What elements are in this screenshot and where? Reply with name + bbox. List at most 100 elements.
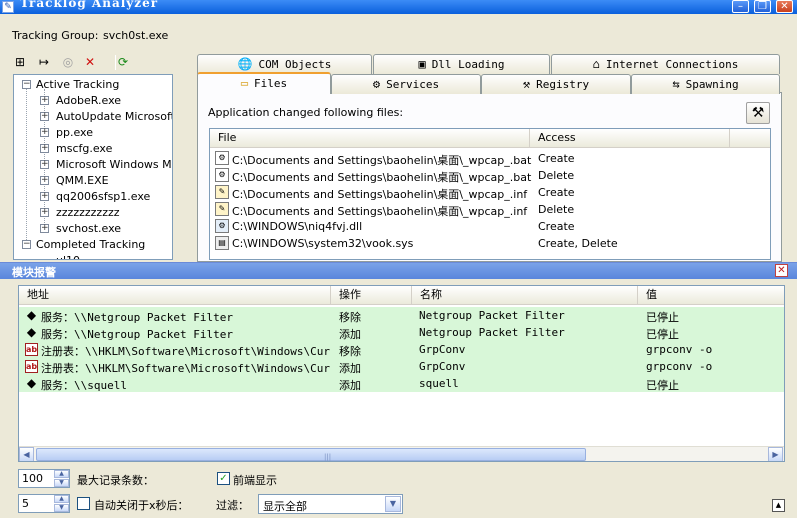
tab-registry[interactable]: ⚒ Registry — [481, 74, 631, 94]
spin-up-icon[interactable]: ▲ — [54, 495, 69, 503]
title-bar: ✎ Tracklog Analyzer – ❐ ✕ — [0, 0, 797, 14]
files-table[interactable]: File Access ⚙ C:\Documents and Settings\… — [209, 128, 771, 260]
spin-down-icon[interactable]: ▼ — [54, 479, 69, 487]
file-path: C:\Documents and Settings\baohelin\桌面\_w… — [232, 205, 528, 218]
expand-icon[interactable]: + — [40, 208, 49, 217]
tree-item-mscfg[interactable]: + mscfg.exe — [14, 141, 172, 157]
scrollbar-thumb[interactable]: ||| — [36, 448, 586, 461]
table-row[interactable]: ab 注册表：\\HKLM\Software\Microsoft\Windows… — [19, 341, 784, 358]
tree-item-label: mscfg.exe — [56, 142, 113, 155]
table-row[interactable]: ◆ 服务：\\squell 添加 squell 已停止 — [19, 375, 784, 392]
tree-item-autoupdate[interactable]: + AutoUpdate Microsoft — [14, 109, 172, 125]
alert-value: 已停止 — [646, 328, 679, 341]
collapse-icon[interactable]: − — [22, 80, 31, 89]
column-name[interactable]: 名称 — [412, 286, 638, 304]
tab-label: Registry — [536, 78, 590, 91]
refresh-icon[interactable]: ⟳ — [115, 54, 131, 70]
table-row[interactable]: ⚙ C:\WINDOWS\niq4fvj.dll Create — [210, 218, 770, 235]
tab-label: COM Objects — [258, 58, 332, 71]
close-button[interactable]: ✕ — [776, 0, 793, 13]
max-records-stepper[interactable]: 100 ▲ ▼ — [18, 469, 70, 488]
service-icon: ◆ — [26, 325, 37, 339]
tree-item-qmm[interactable]: + QMM.EXE — [14, 173, 172, 189]
file-path: C:\WINDOWS\niq4fvj.dll — [232, 220, 363, 233]
table-row[interactable]: ⚙ C:\Documents and Settings\baohelin\桌面\… — [210, 167, 770, 184]
table-row[interactable]: ✎ C:\Documents and Settings\baohelin\桌面\… — [210, 201, 770, 218]
tracking-tree[interactable]: − Active Tracking + AdobeR.exe + AutoUpd… — [13, 74, 173, 260]
table-row[interactable]: ✎ C:\Documents and Settings\baohelin\桌面\… — [210, 184, 770, 201]
scroll-right-icon[interactable]: ▶ — [768, 447, 783, 461]
expand-icon[interactable]: + — [40, 96, 49, 105]
alert-table[interactable]: 地址 操作 名称 值 ◆ 服务：\\Netgroup Packet Filter… — [18, 285, 785, 462]
alert-address: 服务：\\squell — [41, 379, 127, 392]
auto-close-stepper[interactable]: 5 ▲ ▼ — [18, 494, 70, 513]
tools-button[interactable]: ⚒ — [746, 102, 770, 124]
tree-item-zzz[interactable]: + zzzzzzzzzzz — [14, 205, 172, 221]
column-file[interactable]: File — [210, 129, 530, 147]
tree-node-completed[interactable]: − Completed Tracking — [14, 237, 172, 253]
collapse-icon[interactable]: − — [22, 240, 31, 249]
tree-item-adobe[interactable]: + AdobeR.exe — [14, 93, 172, 109]
tab-dll-loading[interactable]: ▣ Dll Loading — [373, 54, 550, 74]
column-address[interactable]: 地址 — [19, 286, 331, 304]
filter-select[interactable]: 显示全部 ▼ — [258, 494, 403, 514]
delete-icon[interactable]: ✕ — [82, 54, 98, 70]
expand-icon[interactable]: + — [40, 192, 49, 201]
file-path: C:\WINDOWS\system32\vook.sys — [232, 237, 414, 250]
service-icon: ◆ — [26, 308, 37, 322]
auto-close-value[interactable]: 5 — [22, 497, 29, 510]
expand-icon[interactable]: + — [40, 128, 49, 137]
table-row[interactable]: ab 注册表：\\HKLM\Software\Microsoft\Windows… — [19, 358, 784, 375]
max-records-value[interactable]: 100 — [22, 472, 43, 485]
table-row[interactable]: ▤ C:\WINDOWS\system32\vook.sys Create, D… — [210, 235, 770, 252]
alert-name: Netgroup Packet Filter — [419, 309, 565, 322]
table-row[interactable]: ◆ 服务：\\Netgroup Packet Filter 添加 Netgrou… — [19, 324, 784, 341]
tab-label: Files — [254, 77, 288, 90]
filter-value: 显示全部 — [263, 500, 307, 513]
tree-item-label: qq2006sfsp1.exe — [56, 190, 151, 203]
tab-internet-connections[interactable]: ⌂ Internet Connections — [551, 54, 780, 74]
tab-files[interactable]: ▭ Files — [197, 72, 331, 94]
spin-down-icon[interactable]: ▼ — [54, 504, 69, 512]
tree-view-icon[interactable]: ⊞ — [12, 54, 28, 70]
table-row[interactable]: ⚙ C:\Documents and Settings\baohelin\桌面\… — [210, 150, 770, 167]
registry-icon: ⚒ — [522, 77, 531, 91]
tree-item-pp[interactable]: + pp.exe — [14, 125, 172, 141]
tree-item-partial[interactable]: ul10 — [14, 253, 172, 259]
expand-icon[interactable]: + — [40, 160, 49, 169]
file-access: Create, Delete — [538, 237, 618, 250]
close-icon[interactable]: ✕ — [775, 264, 788, 277]
column-access[interactable]: Access — [530, 129, 730, 147]
files-description: Application changed following files: — [208, 106, 404, 119]
column-operation[interactable]: 操作 — [331, 286, 412, 304]
files-table-header: File Access — [210, 129, 770, 148]
maximize-button[interactable]: ❐ — [754, 0, 771, 13]
horizontal-scrollbar[interactable]: ◀ ||| ▶ — [19, 446, 784, 461]
expand-icon[interactable]: + — [40, 112, 49, 121]
expand-icon[interactable]: + — [40, 176, 49, 185]
list-view-icon[interactable]: ↦ — [36, 54, 52, 70]
column-value[interactable]: 值 — [638, 286, 784, 304]
tab-label: Internet Connections — [605, 58, 739, 71]
stop-icon[interactable]: ◎ — [60, 54, 76, 70]
registry-value-icon: ab — [25, 360, 38, 373]
chevron-down-icon[interactable]: ▼ — [385, 496, 401, 512]
alert-value: 已停止 — [646, 311, 679, 324]
minimize-button[interactable]: – — [732, 0, 749, 13]
expand-icon[interactable]: + — [40, 144, 49, 153]
front-display-checkbox[interactable]: ✓ — [217, 472, 230, 485]
tab-com-objects[interactable]: 🌐 COM Objects — [197, 54, 372, 74]
tree-item-mediaplayer[interactable]: + Microsoft Windows Med — [14, 157, 172, 173]
tree-item-svchost[interactable]: + svchost.exe — [14, 221, 172, 237]
tab-spawning[interactable]: ⇆ Spawning — [631, 74, 780, 94]
tree-item-qq[interactable]: + qq2006sfsp1.exe — [14, 189, 172, 205]
expand-icon[interactable]: + — [40, 224, 49, 233]
collapse-panel-icon[interactable]: ▲ — [772, 499, 785, 512]
tab-services[interactable]: ⚙ Services — [331, 74, 481, 94]
column-filler — [730, 129, 770, 147]
spin-up-icon[interactable]: ▲ — [54, 470, 69, 478]
table-row[interactable]: ◆ 服务：\\Netgroup Packet Filter 移除 Netgrou… — [19, 307, 784, 324]
auto-close-checkbox[interactable] — [77, 497, 90, 510]
scroll-left-icon[interactable]: ◀ — [19, 447, 34, 461]
tree-node-active[interactable]: − Active Tracking — [14, 77, 172, 93]
